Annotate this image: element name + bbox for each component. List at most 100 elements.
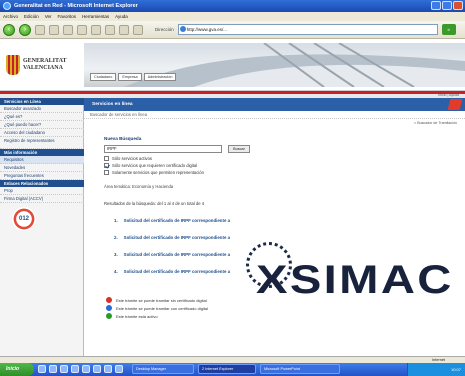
window-title-bar: Generalitat en Red - Microsoft Internet …	[0, 0, 465, 12]
top-help-links[interactable]: Inicio | Ayuda	[438, 93, 459, 97]
logo-line-1: GENERALITAT	[23, 58, 67, 64]
forward-button[interactable]: ›	[19, 23, 31, 36]
sidebar-section-online: Servicios en Línea	[0, 98, 84, 105]
crest-icon	[6, 55, 20, 75]
back-button[interactable]: ‹	[3, 23, 15, 36]
result-number: 2.	[114, 235, 118, 240]
sidebar: Servicios en Línea Buscador avanzado ¿Qu…	[0, 98, 84, 363]
certificate-icon	[106, 305, 112, 311]
thematic-area: Área temática: Economía y Hacienda	[104, 184, 174, 189]
result-item[interactable]: 3. Solicitud del certificado de IRPF cor…	[114, 252, 230, 257]
sidebar-item-digital-signature[interactable]: Firma Digital (ACCV)	[0, 195, 84, 203]
print-icon[interactable]	[133, 24, 143, 35]
menu-file[interactable]: Archivo	[3, 12, 18, 21]
sidebar-item-prop[interactable]: Prop	[0, 187, 84, 195]
task-desktop-manager[interactable]: Desktop Manager	[132, 364, 194, 374]
menu-view[interactable]: Ver	[45, 12, 52, 21]
tramitacion-search-link[interactable]: < Buscador de Tramitación	[414, 121, 457, 125]
close-button[interactable]	[453, 1, 463, 10]
sidebar-item-advanced-search[interactable]: Buscador avanzado	[0, 105, 84, 113]
quick-launch-icon[interactable]	[49, 365, 57, 373]
badge-label: 012	[18, 216, 29, 222]
menu-favorites[interactable]: Favoritos	[58, 12, 77, 21]
quick-launch-icon[interactable]	[38, 365, 46, 373]
logo-line-2: VALENCIANA	[23, 65, 63, 71]
result-item[interactable]: 2. Solicitud del certificado de IRPF cor…	[114, 235, 230, 240]
flag-icon	[447, 99, 463, 110]
home-icon[interactable]	[63, 24, 73, 35]
sidebar-item-faq[interactable]: Preguntas frecuentes	[0, 172, 84, 180]
result-number: 3.	[114, 252, 118, 257]
sidebar-section-more-info: Más información	[0, 149, 84, 156]
checkbox-active-only[interactable]: Sólo servicios activos	[104, 156, 152, 161]
internet-explorer-icon	[3, 2, 11, 10]
header-banner: Ciudadano Empresa Administración	[84, 43, 465, 87]
task-internet-explorer[interactable]: 2 Internet Explorer	[198, 364, 256, 374]
start-button[interactable]: Inicio	[0, 363, 34, 376]
result-link[interactable]: Solicitud del certificado de IRPF corres…	[124, 235, 230, 240]
quick-launch-icon[interactable]	[71, 365, 79, 373]
result-number: 4.	[114, 269, 118, 274]
quick-launch-icon[interactable]	[93, 365, 101, 373]
sidebar-item-citizen-access[interactable]: Acceso del ciudadano	[0, 129, 84, 137]
go-button[interactable]: Ir	[441, 24, 456, 35]
checkbox-representation[interactable]: Solamente servicios que permiten represe…	[104, 170, 204, 175]
taskbar: Inicio Desktop Manager 2 Internet Explor…	[0, 363, 465, 376]
result-link[interactable]: Solicitud del certificado de IRPF corres…	[124, 252, 230, 257]
task-powerpoint[interactable]: Microsoft PowerPoint	[260, 364, 340, 374]
quick-launch-icon[interactable]	[115, 365, 123, 373]
checkbox-label: Solamente servicios que permiten represe…	[112, 170, 204, 175]
quick-launch-icon[interactable]	[60, 365, 68, 373]
result-link[interactable]: Solicitud del certificado de IRPF corres…	[124, 269, 230, 274]
quick-launch-icon[interactable]	[82, 365, 90, 373]
active-icon	[106, 313, 112, 319]
search-input[interactable]: IRPF	[104, 145, 222, 153]
legend-item: Este trámite está activo	[106, 313, 158, 319]
clock: 10:07	[450, 367, 461, 372]
minimize-button[interactable]	[431, 1, 441, 10]
legend-label: Este trámite se puede tramitar sin certi…	[116, 297, 207, 303]
status-bar: Internet	[0, 356, 465, 363]
result-link[interactable]: Solicitud del certificado de IRPF corres…	[124, 218, 230, 223]
sidebar-item-what-can-i-do[interactable]: ¿Qué puedo hacer?	[0, 121, 84, 129]
address-field[interactable]: http://www.gva.es/...	[177, 24, 438, 35]
sidebar-item-requirements[interactable]: Requisitos	[0, 156, 84, 164]
breadcrumb[interactable]: Buscador de servicios en línea	[84, 111, 465, 119]
favorites-icon[interactable]	[91, 24, 101, 35]
search-icon[interactable]	[77, 24, 87, 35]
sidebar-item-news[interactable]: Novedades	[0, 164, 84, 172]
nav-administration[interactable]: Administración	[143, 73, 177, 81]
window-controls	[431, 1, 463, 10]
system-tray: 10:07	[407, 363, 465, 376]
checkbox-label: Sólo servicios que requieren certificado…	[112, 163, 198, 168]
maximize-button[interactable]	[442, 1, 452, 10]
result-item[interactable]: 4. Solicitud del certificado de IRPF cor…	[114, 269, 230, 274]
sidebar-item-what-is[interactable]: ¿Qué es?	[0, 113, 84, 121]
mail-icon[interactable]	[119, 24, 129, 35]
checkbox-box[interactable]	[104, 163, 109, 168]
address-label: Dirección	[155, 27, 174, 32]
legend-item: Este trámite se puede tramitar con certi…	[106, 305, 208, 311]
site-header: GENERALITAT VALENCIANA Ciudadano Empresa…	[0, 39, 465, 91]
page-title: Servicios en línea	[92, 102, 133, 107]
badge-012[interactable]: 012	[12, 207, 36, 231]
browser-toolbar: ‹ › Dirección http://www.gva.es/... Ir	[0, 21, 465, 39]
checkbox-box[interactable]	[104, 170, 109, 175]
quick-launch-icon[interactable]	[104, 365, 112, 373]
history-icon[interactable]	[105, 24, 115, 35]
results-summary: Resultados de la búsqueda: del 1 al 4 de…	[104, 201, 205, 206]
checkbox-box[interactable]	[104, 156, 109, 161]
menu-tools[interactable]: Herramientas	[82, 12, 109, 21]
sidebar-item-representatives[interactable]: Registro de representantes	[0, 137, 84, 149]
nav-company[interactable]: Empresa	[118, 73, 142, 81]
generalitat-logo[interactable]: GENERALITAT VALENCIANA	[6, 45, 68, 85]
nav-citizen[interactable]: Ciudadano	[90, 73, 117, 81]
result-item[interactable]: 1. Solicitud del certificado de IRPF cor…	[114, 218, 230, 223]
checkbox-certificate-required[interactable]: Sólo servicios que requieren certificado…	[104, 163, 197, 168]
stop-icon[interactable]	[35, 24, 45, 35]
search-button[interactable]: Buscar	[228, 145, 250, 153]
menu-edit[interactable]: Edición	[24, 12, 39, 21]
refresh-icon[interactable]	[49, 24, 59, 35]
quick-launch	[38, 365, 123, 373]
menu-help[interactable]: Ayuda	[115, 12, 128, 21]
